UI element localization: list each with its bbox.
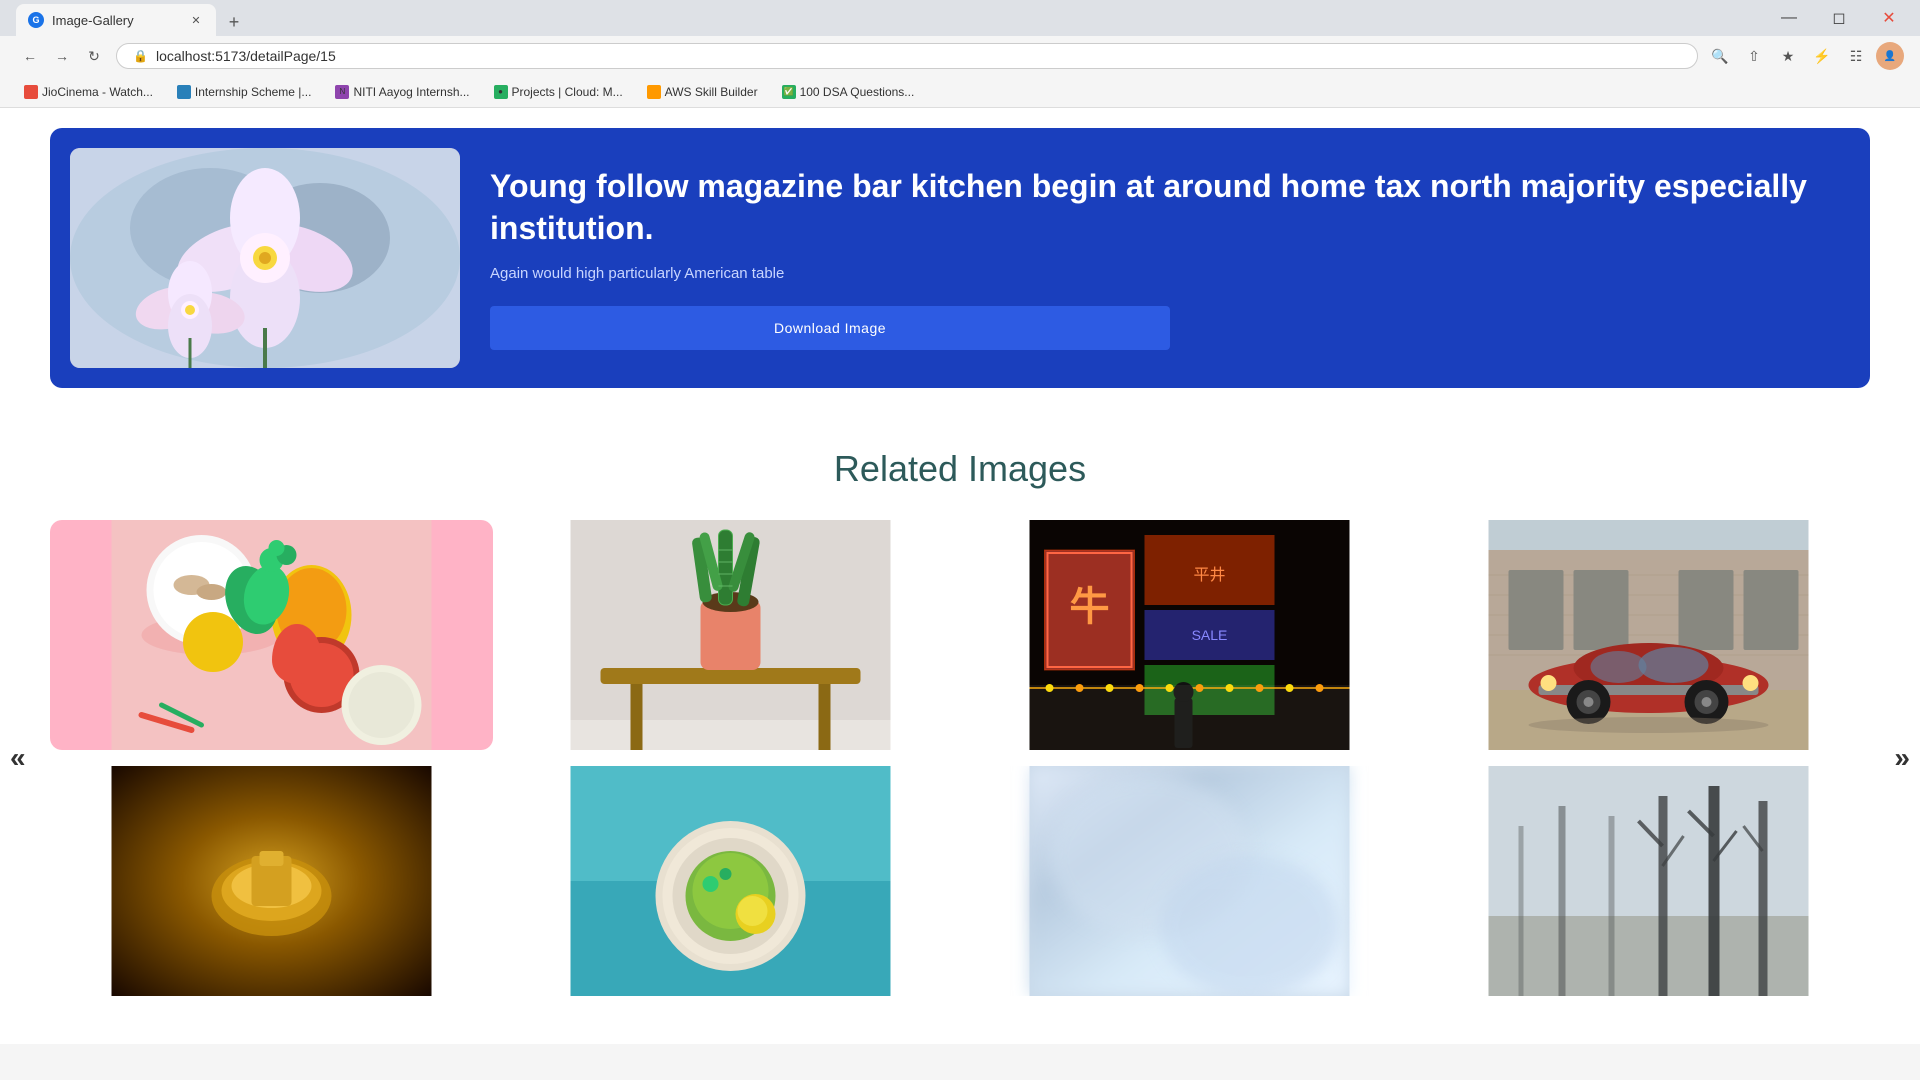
hero-section: Young follow magazine bar kitchen begin … xyxy=(50,128,1870,388)
bookmarks-bar: JioCinema - Watch... Internship Scheme |… xyxy=(0,76,1920,108)
carousel-container: « xyxy=(0,520,1920,996)
abstract-image xyxy=(968,766,1411,996)
browser-chrome: G Image-Gallery ✕ + — ◻ ✕ ← → ↻ 🔒 localh… xyxy=(0,0,1920,108)
url-bar[interactable]: 🔒 localhost:5173/detailPage/15 xyxy=(116,43,1698,69)
grid-image-plant[interactable] xyxy=(509,520,952,750)
bookmark-jiocinema[interactable]: JioCinema - Watch... xyxy=(16,83,161,101)
download-image-button[interactable]: Download Image xyxy=(490,306,1170,350)
grid-image-abstract[interactable] xyxy=(968,766,1411,996)
orchid-image xyxy=(70,148,460,368)
sidebar-icon[interactable]: ☷ xyxy=(1842,42,1870,70)
lock-icon: 🔒 xyxy=(133,49,148,63)
refresh-button[interactable]: ↻ xyxy=(80,42,108,70)
maximize-button[interactable]: ◻ xyxy=(1816,0,1862,36)
grid-image-trees[interactable] xyxy=(1427,766,1870,996)
hero-image xyxy=(70,148,460,368)
page-content: Young follow magazine bar kitchen begin … xyxy=(0,108,1920,1044)
gold-image xyxy=(50,766,493,996)
share-icon[interactable]: ⇧ xyxy=(1740,42,1768,70)
active-tab[interactable]: G Image-Gallery ✕ xyxy=(16,4,216,36)
jiocinema-label: JioCinema - Watch... xyxy=(42,85,153,99)
extensions-icon[interactable]: ⚡ xyxy=(1808,42,1836,70)
bookmark-niti[interactable]: N NITI Aayog Internsh... xyxy=(327,83,477,101)
bookmark-projects[interactable]: ● Projects | Cloud: M... xyxy=(486,83,631,101)
address-actions: 🔍 ⇧ ★ ⚡ ☷ 👤 xyxy=(1706,42,1904,70)
hero-subtitle: Again would high particularly American t… xyxy=(490,265,1850,282)
tab-close-button[interactable]: ✕ xyxy=(188,12,204,28)
address-bar: ← → ↻ 🔒 localhost:5173/detailPage/15 🔍 ⇧… xyxy=(0,36,1920,76)
plant-image xyxy=(509,520,952,750)
window-controls: — ◻ ✕ xyxy=(1766,0,1912,36)
tab-favicon: G xyxy=(28,12,44,28)
related-section: Related Images « xyxy=(0,408,1920,1016)
dsa-favicon: ✅ xyxy=(782,85,796,99)
image-grid-row2 xyxy=(50,766,1870,996)
nightmarket-image: 牛 平井 SALE xyxy=(968,520,1411,750)
svg-text:牛: 牛 xyxy=(1070,585,1110,629)
bookmark-dsa[interactable]: ✅ 100 DSA Questions... xyxy=(774,83,923,101)
title-bar: G Image-Gallery ✕ + — ◻ ✕ xyxy=(0,0,1920,36)
grid-image-food-plate[interactable] xyxy=(509,766,952,996)
forward-button[interactable]: → xyxy=(48,42,76,70)
aws-favicon xyxy=(647,85,661,99)
vegetables-image xyxy=(50,520,493,750)
next-arrow[interactable]: » xyxy=(1894,742,1910,774)
svg-text:平井: 平井 xyxy=(1193,566,1225,584)
projects-favicon: ● xyxy=(494,85,508,99)
url-text: localhost:5173/detailPage/15 xyxy=(156,48,336,64)
bookmark-internship[interactable]: Internship Scheme |... xyxy=(169,83,320,101)
grid-image-gold[interactable] xyxy=(50,766,493,996)
hero-title: Young follow magazine bar kitchen begin … xyxy=(490,166,1850,249)
trees-image xyxy=(1427,766,1870,996)
related-images-title: Related Images xyxy=(0,448,1920,490)
niti-label: NITI Aayog Internsh... xyxy=(353,85,469,99)
grid-image-nightmarket[interactable]: 牛 平井 SALE xyxy=(968,520,1411,750)
tab-title: Image-Gallery xyxy=(52,13,134,28)
profile-avatar[interactable]: 👤 xyxy=(1876,42,1904,70)
food-plate-image xyxy=(509,766,952,996)
car-image xyxy=(1427,520,1870,750)
nav-buttons: ← → ↻ xyxy=(16,42,108,70)
minimize-button[interactable]: — xyxy=(1766,0,1812,36)
grid-image-vegetables[interactable] xyxy=(50,520,493,750)
search-icon[interactable]: 🔍 xyxy=(1706,42,1734,70)
internship-favicon xyxy=(177,85,191,99)
svg-text:SALE: SALE xyxy=(1192,627,1228,643)
internship-label: Internship Scheme |... xyxy=(195,85,312,99)
back-button[interactable]: ← xyxy=(16,42,44,70)
new-tab-button[interactable]: + xyxy=(220,8,248,36)
hero-text: Young follow magazine bar kitchen begin … xyxy=(490,166,1850,350)
niti-favicon: N xyxy=(335,85,349,99)
jiocinema-favicon xyxy=(24,85,38,99)
projects-label: Projects | Cloud: M... xyxy=(512,85,623,99)
image-grid-row1: 牛 平井 SALE xyxy=(50,520,1870,750)
close-button[interactable]: ✕ xyxy=(1866,0,1912,36)
aws-label: AWS Skill Builder xyxy=(665,85,758,99)
prev-arrow[interactable]: « xyxy=(10,742,26,774)
dsa-label: 100 DSA Questions... xyxy=(800,85,915,99)
bookmark-icon[interactable]: ★ xyxy=(1774,42,1802,70)
grid-image-car[interactable] xyxy=(1427,520,1870,750)
bookmark-aws[interactable]: AWS Skill Builder xyxy=(639,83,766,101)
